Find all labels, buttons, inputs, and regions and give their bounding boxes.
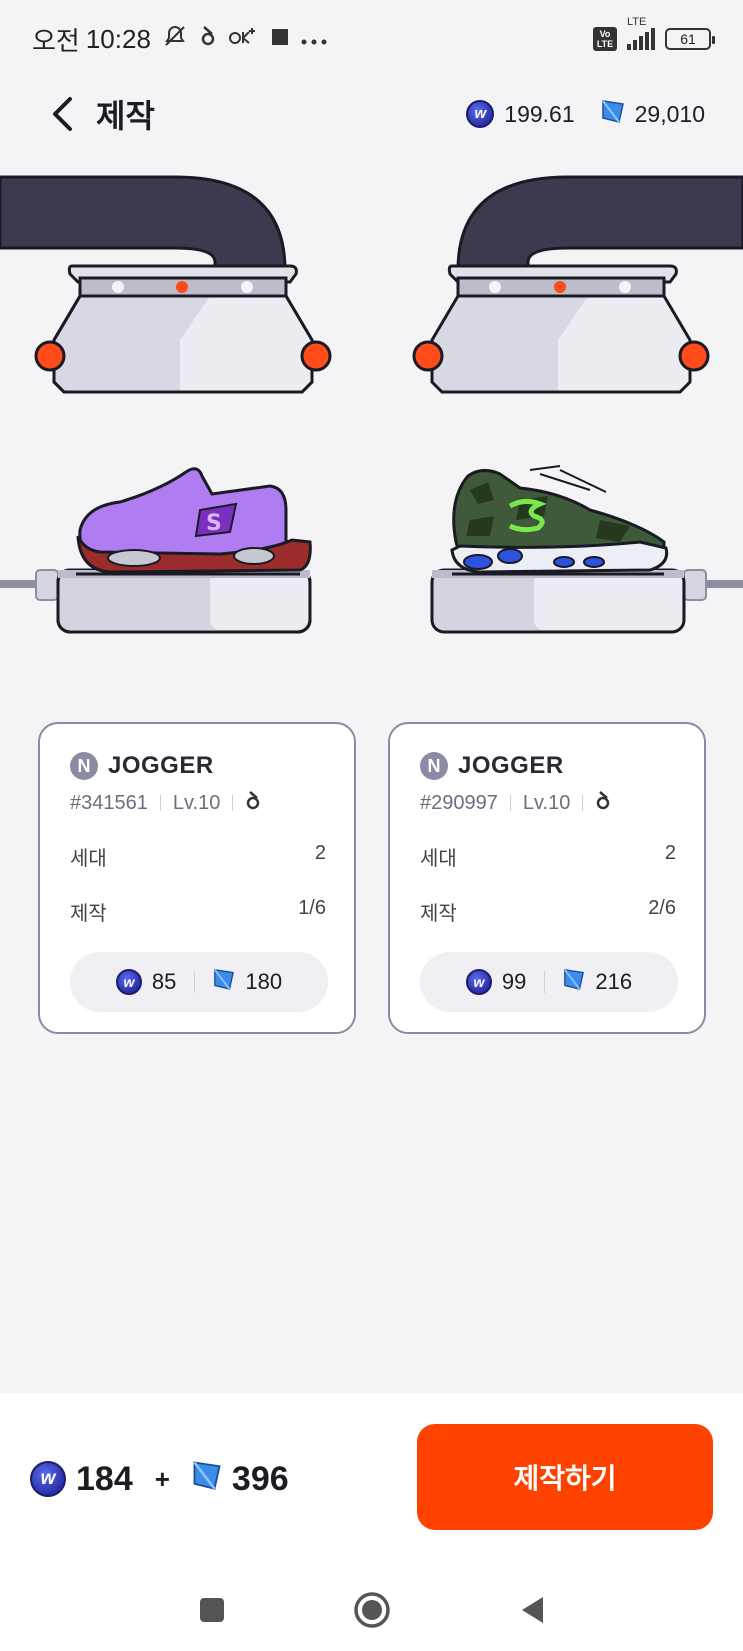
- right-shoe-tray: [430, 568, 743, 634]
- generation-label: 세대: [70, 848, 107, 870]
- back-nav-button[interactable]: [512, 1590, 552, 1630]
- bottom-action-bar: w 184 + 396 제작하기: [0, 1393, 743, 1568]
- card-title-row: N JOGGER: [70, 752, 326, 780]
- craft-button[interactable]: 제작하기: [417, 1424, 713, 1530]
- meta-divider: [582, 795, 584, 811]
- left-press-head: [34, 264, 332, 394]
- shoe-type: JOGGER: [458, 752, 564, 779]
- gem-icon: [563, 967, 585, 997]
- right-press-head: [412, 264, 710, 394]
- gem-icon: [213, 967, 235, 997]
- craft-count-value: 2/6: [648, 897, 676, 919]
- circle-icon: [353, 1591, 390, 1628]
- system-nav-bar: [0, 1568, 743, 1651]
- network-type: LTE: [627, 16, 647, 28]
- chevron-left-icon: [53, 97, 72, 131]
- mint-icon: [245, 790, 261, 816]
- coin-icon: w: [115, 969, 142, 995]
- more-notifications-icon: [301, 26, 327, 52]
- battery-icon: 61: [665, 28, 715, 50]
- generation-row: 세대 2: [70, 842, 326, 871]
- craft-cost-pill: w 85 180: [70, 952, 328, 1012]
- status-left: 오전 10:28: [32, 21, 327, 58]
- quality-badge: N: [420, 752, 448, 780]
- coin-balance: 199.61: [504, 100, 575, 127]
- shoe-level: Lv.10: [172, 791, 221, 814]
- generation-value: 2: [314, 842, 326, 864]
- total-coin-cost: 184: [76, 1459, 133, 1498]
- shoe-level: Lv.10: [522, 791, 571, 814]
- home-button[interactable]: [352, 1590, 392, 1630]
- coin-icon: w: [30, 1461, 66, 1497]
- craft-count-row: 제작 1/6: [70, 897, 326, 926]
- square-notification-icon: [271, 26, 289, 52]
- page-title: 제작: [96, 98, 155, 134]
- recent-apps-button[interactable]: [192, 1590, 232, 1630]
- craft-cost-pill: w 99 216: [420, 952, 678, 1012]
- crafting-machine-illustration: S: [0, 170, 743, 670]
- craft-count-label: 제작: [420, 903, 457, 925]
- ok-app-icon: [228, 26, 259, 52]
- craft-count-value: 1/6: [298, 897, 326, 919]
- shoe-type: JOGGER: [108, 752, 214, 779]
- generation-label: 세대: [420, 848, 457, 870]
- gem-balance: 29,010: [634, 100, 705, 127]
- coin-icon: w: [465, 969, 492, 995]
- wallet-balances: w 199.61 29,010: [466, 98, 705, 130]
- status-ampm: 오전: [32, 25, 80, 56]
- meta-divider: [232, 795, 234, 811]
- generation-row: 세대 2: [420, 842, 676, 871]
- left-sneaker-image: S: [76, 467, 312, 576]
- coin-cost: 85: [151, 969, 177, 994]
- svg-text:S: S: [206, 511, 222, 536]
- coin-cost: 99: [501, 969, 527, 994]
- back-button[interactable]: [42, 94, 82, 134]
- status-time: 10:28: [85, 23, 151, 54]
- card-title-row: N JOGGER: [420, 752, 676, 780]
- shoe-meta: #341561 Lv.10: [70, 790, 326, 816]
- meta-divider: [509, 795, 511, 811]
- parent-shoe-card-1[interactable]: N JOGGER #341561 Lv.10 세대 2 제작 1/6 w 85 …: [38, 722, 356, 1034]
- gem-icon: [601, 98, 625, 130]
- bell-off-icon: [163, 24, 187, 54]
- plus-sign: +: [154, 1463, 170, 1494]
- quality-badge: N: [70, 752, 98, 780]
- right-pipe: [456, 175, 743, 277]
- header: 제작 w 199.61 29,010: [0, 78, 743, 150]
- cost-divider: [544, 971, 546, 993]
- status-right: Vo LTE LTE 61: [593, 16, 715, 51]
- signal-icon: LTE: [627, 16, 655, 50]
- mint-icon: [595, 790, 611, 816]
- left-shoe-tray: [0, 568, 312, 634]
- app-notification-icon: [199, 24, 217, 54]
- meta-divider: [159, 795, 161, 811]
- total-gem-cost: 396: [231, 1459, 289, 1498]
- status-bar: 오전 10:28 Vo LTE LTE 61: [0, 0, 743, 78]
- gem-icon: [192, 1458, 222, 1501]
- volte-icon: Vo LTE: [593, 27, 617, 51]
- generation-value: 2: [664, 842, 676, 864]
- gem-cost: 216: [595, 969, 633, 994]
- square-icon: [199, 1597, 224, 1622]
- parent-shoe-card-2[interactable]: N JOGGER #290997 Lv.10 세대 2 제작 2/6 w 99 …: [388, 722, 706, 1034]
- total-cost: w 184 + 396: [30, 1393, 289, 1565]
- triangle-back-icon: [521, 1596, 543, 1623]
- cost-divider: [194, 971, 196, 993]
- shoe-id: #341561: [70, 791, 148, 814]
- craft-count-row: 제작 2/6: [420, 897, 676, 926]
- shoe-id: #290997: [420, 791, 498, 814]
- gem-cost: 180: [245, 969, 283, 994]
- shoe-meta: #290997 Lv.10: [420, 790, 676, 816]
- coin-icon: w: [466, 100, 495, 128]
- right-sneaker-image: [450, 465, 669, 576]
- craft-count-label: 제작: [70, 903, 107, 925]
